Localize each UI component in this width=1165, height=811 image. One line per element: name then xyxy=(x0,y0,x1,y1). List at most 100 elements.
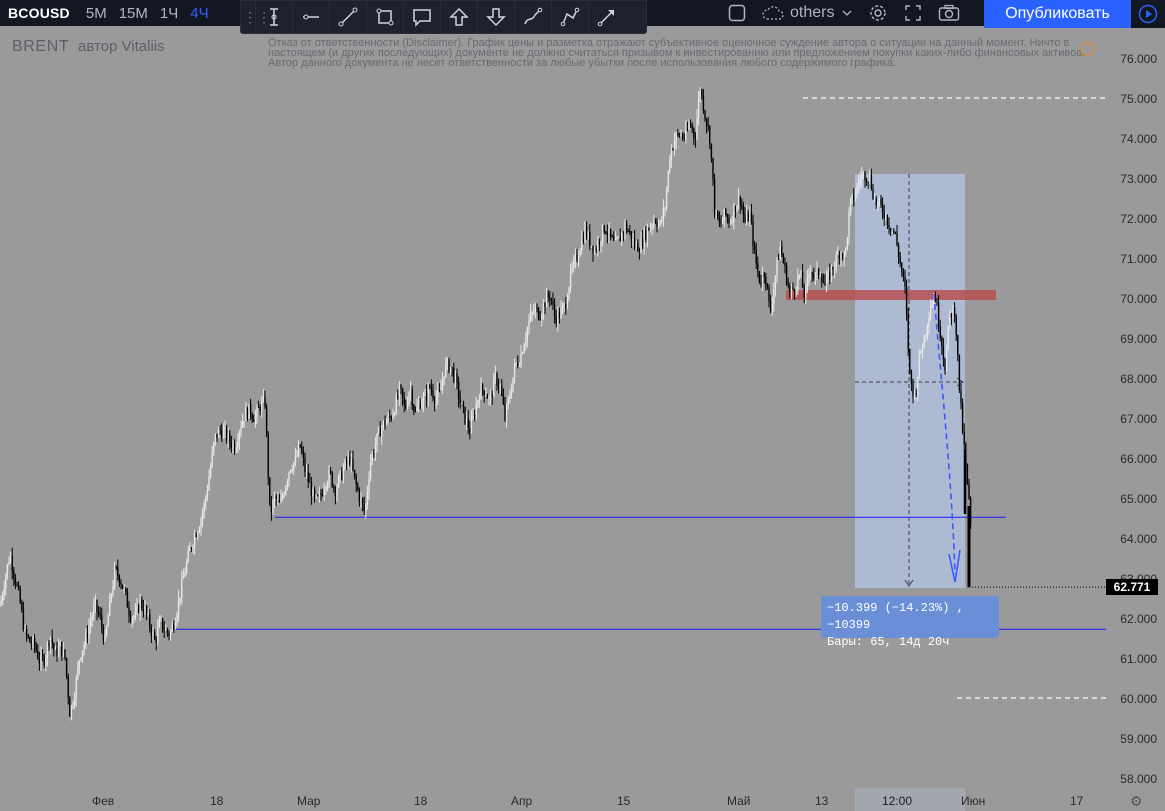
candle-body xyxy=(217,429,220,438)
candle-body xyxy=(585,226,588,238)
candle-body xyxy=(483,390,485,396)
candle-body xyxy=(576,254,578,260)
candle-body xyxy=(721,220,724,224)
cross-line-icon[interactable] xyxy=(255,1,292,33)
candle-body xyxy=(419,403,421,409)
price-chart[interactable] xyxy=(0,26,1165,811)
candle-body xyxy=(19,588,21,603)
candle-body xyxy=(481,384,484,391)
candle-body xyxy=(499,385,501,388)
candle-body xyxy=(49,637,52,646)
candle-body xyxy=(648,227,650,231)
candle-body xyxy=(646,227,649,240)
path-icon[interactable] xyxy=(551,1,588,33)
candle-body xyxy=(96,600,98,612)
play-icon[interactable] xyxy=(1131,0,1165,28)
current-price-tag: 62.771 xyxy=(1106,579,1158,595)
checkbox-icon[interactable] xyxy=(720,0,754,26)
candle-body xyxy=(609,228,612,237)
candle-body xyxy=(182,576,185,579)
candle-body xyxy=(240,427,242,432)
candle-body xyxy=(926,325,929,335)
candle-body xyxy=(638,251,641,253)
candle-body xyxy=(121,584,124,589)
candle-body xyxy=(307,471,309,482)
timeframe-1h[interactable]: 1Ч xyxy=(154,5,184,22)
fullscreen-icon[interactable] xyxy=(896,0,930,26)
publish-button[interactable]: Опубликовать xyxy=(984,0,1131,28)
rectangle-icon[interactable] xyxy=(366,1,403,33)
candle-body xyxy=(161,618,164,630)
timeframe-4h[interactable]: 4Ч xyxy=(184,5,214,22)
candle-body xyxy=(29,636,31,643)
candle-body xyxy=(939,326,941,338)
candle-body xyxy=(779,246,781,260)
axis-settings-gear-icon[interactable]: ⚙ xyxy=(1130,793,1143,810)
candle-body xyxy=(664,207,666,209)
arrow-up-icon[interactable] xyxy=(440,1,477,33)
candle-body xyxy=(491,394,493,397)
candle-body xyxy=(537,307,540,319)
settings-gear-icon[interactable] xyxy=(860,0,896,26)
callout-icon[interactable] xyxy=(403,1,440,33)
candle-body xyxy=(712,158,714,180)
candle-body xyxy=(197,532,199,537)
candle-body xyxy=(592,245,594,254)
candle-body xyxy=(83,644,85,651)
candle-body xyxy=(397,395,399,398)
candle-body xyxy=(293,462,295,470)
candle-body xyxy=(694,137,697,140)
candle-body xyxy=(659,220,661,224)
timeframe-5m[interactable]: 5M xyxy=(80,5,113,22)
candle-body xyxy=(457,381,460,399)
candle-body xyxy=(229,433,231,443)
candle-body xyxy=(889,228,892,232)
candle-body xyxy=(157,627,159,643)
symbol-label[interactable]: BCOUSD xyxy=(0,5,80,21)
candle-body xyxy=(952,307,954,318)
candle-body xyxy=(275,496,277,500)
candle-body xyxy=(409,389,412,393)
candle-body xyxy=(616,238,618,240)
candle-body xyxy=(910,370,913,384)
trend-line-icon[interactable] xyxy=(329,1,366,33)
candle-body xyxy=(163,629,165,631)
clock-icon[interactable] xyxy=(1080,42,1094,56)
drag-handle-icon[interactable]: ⋮⋮ xyxy=(243,7,271,27)
price-axis-label: 66.000 xyxy=(1120,452,1157,466)
candle-body xyxy=(632,238,634,241)
candle-body xyxy=(449,367,452,373)
candle-body xyxy=(881,204,884,214)
privacy-dropdown[interactable]: others xyxy=(754,0,860,26)
candle-body xyxy=(467,418,469,428)
candle-body xyxy=(125,588,127,592)
candle-body xyxy=(288,472,290,482)
arrow-icon[interactable] xyxy=(588,1,625,33)
candle-body xyxy=(739,196,741,206)
camera-icon[interactable] xyxy=(930,0,968,26)
candle-body xyxy=(382,420,385,428)
candle-body xyxy=(35,645,37,651)
candle-body xyxy=(136,605,138,612)
candle-body xyxy=(99,613,101,616)
disclaimer-text: Отказ от ответственности (Disclaimer). Г… xyxy=(268,37,1086,69)
brush-icon[interactable] xyxy=(514,1,551,33)
candle-body xyxy=(885,214,887,219)
candle-body xyxy=(80,657,82,661)
candle-body xyxy=(173,624,175,629)
candle-body xyxy=(214,433,217,443)
arrow-down-icon[interactable] xyxy=(477,1,514,33)
candle-body xyxy=(38,658,41,664)
candle-body xyxy=(347,457,349,464)
candle-body xyxy=(472,414,474,419)
timeframe-15m[interactable]: 15M xyxy=(113,5,154,22)
candle-body xyxy=(625,223,628,232)
candle-body xyxy=(653,221,655,226)
candle-body xyxy=(512,377,514,392)
candle-body xyxy=(110,594,113,598)
candle-body xyxy=(822,281,825,283)
candle-body xyxy=(686,128,689,130)
candle-body xyxy=(345,460,348,464)
horizontal-line-icon[interactable] xyxy=(292,1,329,33)
candle-body xyxy=(315,495,317,497)
